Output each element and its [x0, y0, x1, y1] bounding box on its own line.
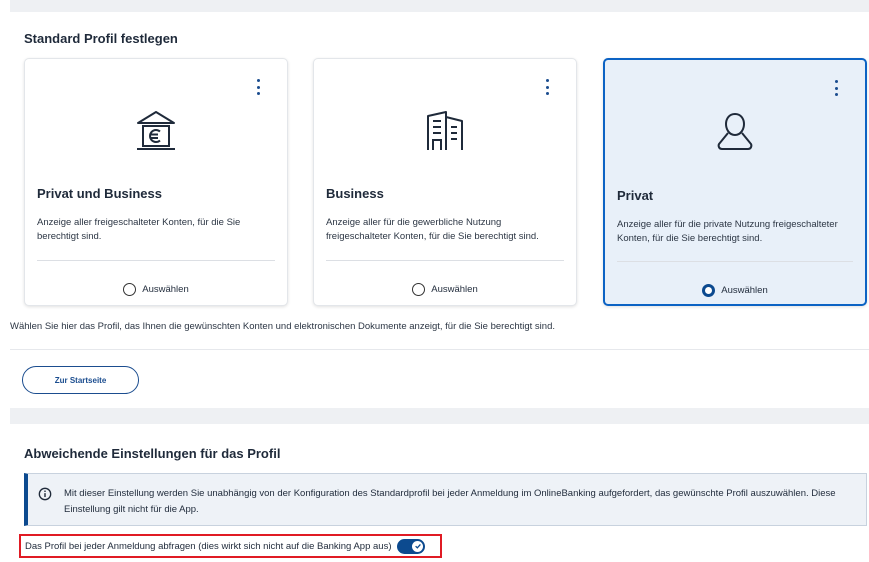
profile-prompt-toggle[interactable]: [397, 538, 426, 554]
card-divider: [37, 260, 275, 261]
info-box: Mit dieser Einstellung werden Sie unabhä…: [24, 473, 867, 526]
select-business[interactable]: Auswählen: [314, 283, 576, 296]
select-label: Auswählen: [721, 285, 768, 296]
profile-card-privat-business[interactable]: Privat und Business Anzeige aller freige…: [24, 58, 288, 306]
section-title-standard-profile: Standard Profil festlegen: [24, 31, 178, 46]
radio-button-selected[interactable]: [702, 284, 716, 297]
home-button[interactable]: Zur Startseite: [22, 366, 139, 394]
select-label: Auswählen: [431, 284, 478, 295]
profile-card-business[interactable]: Business Anzeige aller für die gewerblic…: [313, 58, 577, 306]
select-privat[interactable]: Auswählen: [605, 284, 865, 297]
profile-hint-text: Wählen Sie hier das Profil, das Ihnen di…: [10, 321, 555, 332]
card-title: Business: [326, 186, 384, 201]
card-description: Anzeige aller freigeschalteter Konten, f…: [37, 217, 241, 242]
select-label: Auswählen: [142, 284, 189, 295]
card-description: Anzeige aller für die private Nutzung fr…: [617, 219, 838, 244]
toggle-label: Das Profil bei jeder Anmeldung abfragen …: [25, 540, 392, 552]
check-icon: [415, 543, 421, 549]
profile-card-privat[interactable]: Privat Anzeige aller für die private Nut…: [603, 58, 867, 306]
card-divider: [617, 261, 853, 262]
card-divider: [326, 260, 564, 261]
person-icon: [717, 112, 753, 150]
more-options-icon[interactable]: [542, 79, 552, 95]
divider: [10, 349, 869, 350]
info-text: Mit dieser Einstellung werden Sie unabhä…: [64, 488, 836, 515]
toggle-knob: [412, 540, 424, 552]
profile-prompt-toggle-row: Das Profil bei jeder Anmeldung abfragen …: [19, 534, 442, 558]
card-description: Anzeige aller für die gewerbliche Nutzun…: [326, 217, 539, 242]
section-title-profile-settings: Abweichende Einstellungen für das Profil: [24, 446, 281, 461]
card-title: Privat und Business: [37, 186, 162, 201]
more-options-icon[interactable]: [253, 79, 263, 95]
radio-button[interactable]: [412, 283, 426, 296]
info-icon: [38, 487, 52, 501]
section-separator-band: [10, 408, 869, 424]
top-band: [10, 0, 869, 12]
bank-euro-icon: [137, 111, 175, 150]
card-title: Privat: [617, 188, 654, 203]
radio-button[interactable]: [123, 283, 137, 296]
select-privat-business[interactable]: Auswählen: [25, 283, 287, 296]
office-building-icon: [427, 111, 463, 150]
more-options-icon[interactable]: [831, 80, 841, 96]
